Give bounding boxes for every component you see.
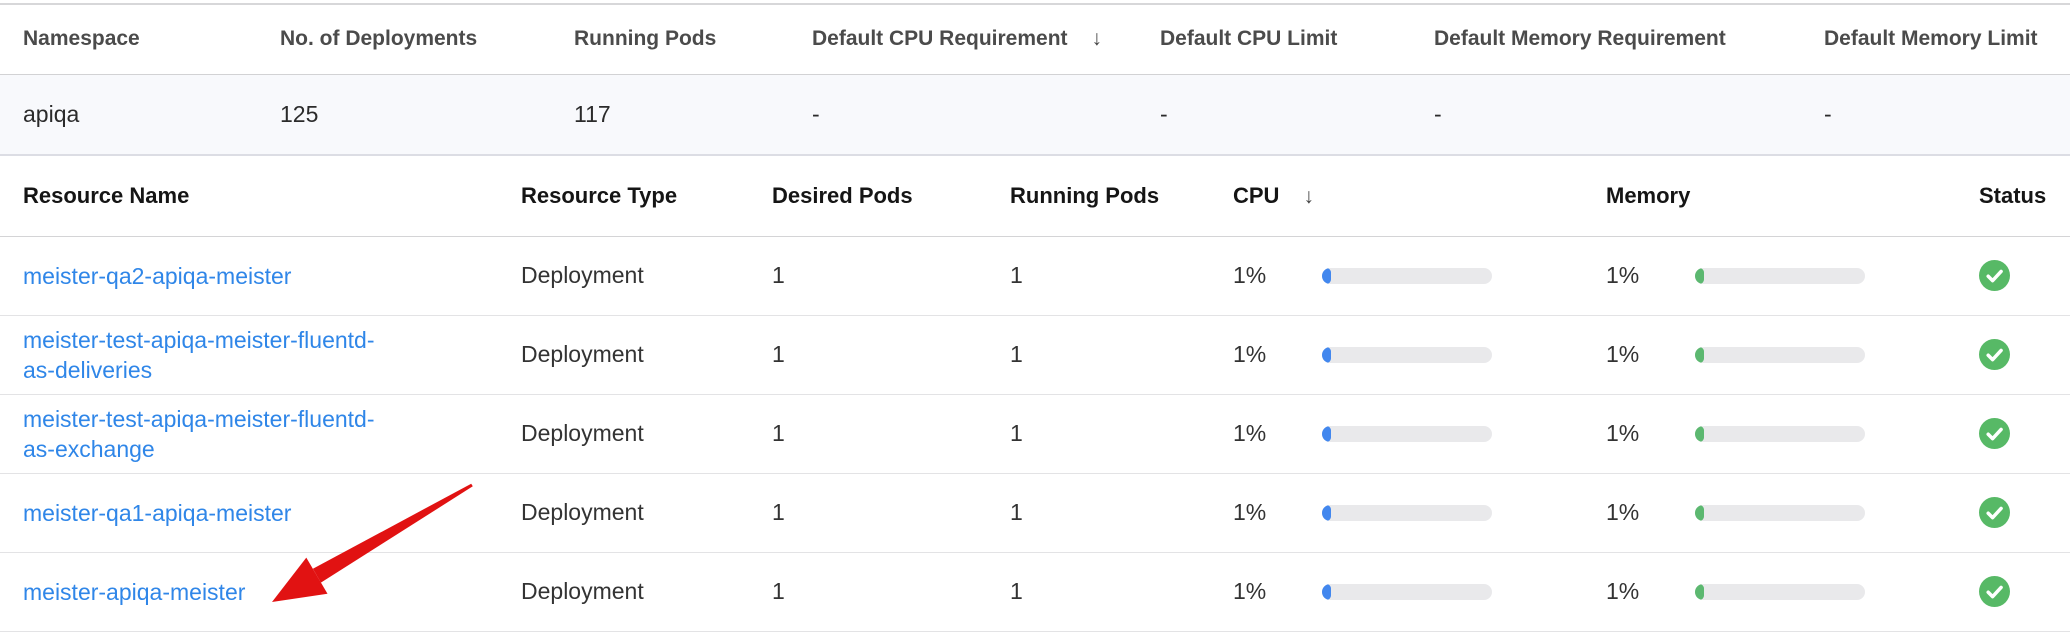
column-header-resource-name[interactable]: Resource Name — [0, 156, 498, 236]
column-header-memory-label: Memory — [1606, 183, 1690, 208]
cpu-usage-bar — [1322, 505, 1492, 521]
column-header-memory[interactable]: Memory — [1583, 156, 1956, 236]
memory-percent: 1% — [1606, 262, 1695, 289]
resource-link[interactable]: meister-test-apiqa-meister-fluentd-as-de… — [23, 325, 391, 385]
column-header-running-pods-label: Running Pods — [574, 27, 716, 50]
cpu-usage-bar — [1322, 268, 1492, 284]
cpu-percent: 1% — [1233, 341, 1322, 368]
namespace-memory-limit-cell: - — [1801, 74, 2070, 155]
column-header-no-of-deployments[interactable]: No. of Deployments — [257, 4, 551, 74]
resource-type-cell: Deployment — [498, 394, 749, 473]
running-pods-cell: 1 — [987, 236, 1210, 315]
column-header-default-cpu-requirement[interactable]: Default CPU Requirement ↓ — [789, 4, 1137, 74]
column-header-desired-pods-label: Desired Pods — [772, 183, 913, 208]
desired-pods-cell: 1 — [749, 552, 987, 631]
column-header-cpu[interactable]: CPU ↓ — [1210, 156, 1583, 236]
column-header-cpu-label: CPU — [1233, 183, 1279, 208]
resource-link-target[interactable]: meister-apiqa-meister — [23, 577, 245, 607]
resource-link[interactable]: meister-test-apiqa-meister-fluentd-as-ex… — [23, 404, 391, 464]
resource-type-cell: Deployment — [498, 315, 749, 394]
status-healthy-icon — [1979, 339, 2010, 370]
namespace-running-pods-cell: 117 — [551, 74, 789, 155]
memory-usage-bar — [1695, 426, 1865, 442]
cpu-usage-bar — [1322, 584, 1492, 600]
status-healthy-icon — [1979, 497, 2010, 528]
column-header-status-label: Status — [1979, 183, 2046, 208]
column-header-default-cpu-limit[interactable]: Default CPU Limit — [1137, 4, 1411, 74]
column-header-running-pods-2[interactable]: Running Pods — [987, 156, 1210, 236]
cpu-percent: 1% — [1233, 499, 1322, 526]
namespace-row-apiqa[interactable]: apiqa 125 117 - - - - — [0, 74, 2070, 155]
table-row: meister-apiqa-meister Deployment 1 1 1% … — [0, 552, 2070, 631]
column-header-default-memory-limit[interactable]: Default Memory Limit — [1801, 4, 2070, 74]
table-row: meister-qa1-apiqa-meister Deployment 1 1… — [0, 473, 2070, 552]
memory-usage-bar — [1695, 505, 1865, 521]
desired-pods-cell: 1 — [749, 473, 987, 552]
running-pods-cell: 1 — [987, 315, 1210, 394]
resources-table: Resource Name Resource Type Desired Pods… — [0, 156, 2070, 632]
column-header-default-memory-requirement[interactable]: Default Memory Requirement — [1411, 4, 1801, 74]
table-row: meister-qa2-apiqa-meister Deployment 1 1… — [0, 236, 2070, 315]
cpu-percent: 1% — [1233, 420, 1322, 447]
status-healthy-icon — [1979, 260, 2010, 291]
desired-pods-cell: 1 — [749, 394, 987, 473]
resource-link[interactable]: meister-qa2-apiqa-meister — [23, 261, 291, 291]
cpu-percent: 1% — [1233, 578, 1322, 605]
resource-link[interactable]: meister-qa1-apiqa-meister — [23, 498, 291, 528]
column-header-running-pods-2-label: Running Pods — [1010, 183, 1159, 208]
running-pods-cell: 1 — [987, 394, 1210, 473]
desired-pods-cell: 1 — [749, 236, 987, 315]
resources-table-header-row: Resource Name Resource Type Desired Pods… — [0, 156, 2070, 236]
namespace-name-cell: apiqa — [0, 74, 257, 155]
running-pods-cell: 1 — [987, 552, 1210, 631]
sort-descending-icon[interactable]: ↓ — [1092, 27, 1103, 50]
column-header-resource-type-label: Resource Type — [521, 183, 677, 208]
column-header-status[interactable]: Status — [1956, 156, 2070, 236]
table-row: meister-test-apiqa-meister-fluentd-as-de… — [0, 315, 2070, 394]
memory-percent: 1% — [1606, 499, 1695, 526]
running-pods-cell: 1 — [987, 473, 1210, 552]
column-header-memory-requirement-label: Default Memory Requirement — [1434, 27, 1726, 50]
resource-type-cell: Deployment — [498, 473, 749, 552]
cpu-usage-bar — [1322, 426, 1492, 442]
cpu-percent: 1% — [1233, 262, 1322, 289]
column-header-cpu-limit-label: Default CPU Limit — [1160, 27, 1337, 50]
memory-usage-bar — [1695, 268, 1865, 284]
memory-usage-bar — [1695, 347, 1865, 363]
column-header-desired-pods[interactable]: Desired Pods — [749, 156, 987, 236]
column-header-cpu-requirement-label: Default CPU Requirement — [812, 27, 1068, 50]
resource-type-cell: Deployment — [498, 552, 749, 631]
memory-usage-bar — [1695, 584, 1865, 600]
column-header-resource-type[interactable]: Resource Type — [498, 156, 749, 236]
column-header-resource-name-label: Resource Name — [23, 183, 189, 208]
status-healthy-icon — [1979, 418, 2010, 449]
desired-pods-cell: 1 — [749, 315, 987, 394]
status-healthy-icon — [1979, 576, 2010, 607]
namespace-cpu-limit-cell: - — [1137, 74, 1411, 155]
memory-percent: 1% — [1606, 341, 1695, 368]
cpu-usage-bar — [1322, 347, 1492, 363]
namespace-summary-table: Namespace No. of Deployments Running Pod… — [0, 3, 2070, 156]
sort-descending-icon[interactable]: ↓ — [1303, 185, 1314, 208]
namespace-deployments-cell: 125 — [257, 74, 551, 155]
namespace-cpu-requirement-cell: - — [789, 74, 1137, 155]
resource-type-cell: Deployment — [498, 236, 749, 315]
column-header-namespace[interactable]: Namespace — [0, 4, 257, 74]
table-row: meister-test-apiqa-meister-fluentd-as-ex… — [0, 394, 2070, 473]
namespace-memory-requirement-cell: - — [1411, 74, 1801, 155]
column-header-deployments-label: No. of Deployments — [280, 27, 477, 50]
namespace-table-header-row: Namespace No. of Deployments Running Pod… — [0, 4, 2070, 74]
column-header-memory-limit-label: Default Memory Limit — [1824, 27, 2038, 50]
column-header-namespace-label: Namespace — [23, 27, 140, 50]
memory-percent: 1% — [1606, 578, 1695, 605]
memory-percent: 1% — [1606, 420, 1695, 447]
column-header-running-pods[interactable]: Running Pods — [551, 4, 789, 74]
